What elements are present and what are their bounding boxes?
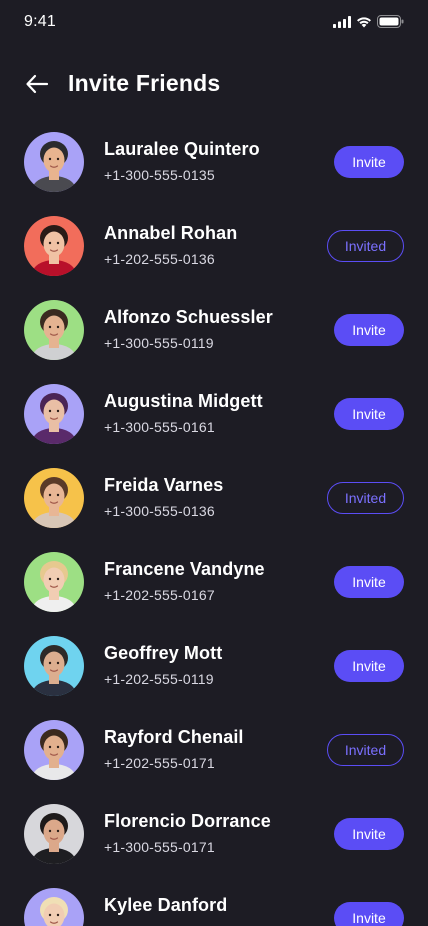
avatar [24, 804, 84, 864]
friend-list-item: Lauralee Quintero +1-300-555-0135 Invite [0, 130, 428, 214]
status-time: 9:41 [24, 13, 56, 30]
friend-list-item: Augustina Midgett +1-300-555-0161 Invite [0, 382, 428, 466]
friend-name: Augustina Midgett [104, 391, 263, 411]
invite-button[interactable]: Invite [334, 314, 404, 346]
friend-phone: +1-300-555-0119 [104, 335, 214, 351]
friend-name: Florencio Dorrance [104, 811, 271, 831]
avatar [24, 216, 84, 276]
avatar [24, 888, 84, 926]
friend-phone: +1-300-555-0136 [104, 503, 215, 519]
friend-name: Rayford Chenail [104, 727, 244, 747]
avatar [24, 384, 84, 444]
avatar [24, 468, 84, 528]
battery-icon [377, 15, 404, 33]
invited-button[interactable]: Invited [327, 482, 404, 514]
invited-button[interactable]: Invited [327, 230, 404, 262]
friends-list: Lauralee Quintero +1-300-555-0135 Invite An… [0, 130, 428, 926]
status-icons [333, 15, 404, 33]
back-button[interactable] [22, 72, 52, 100]
friend-name: Lauralee Quintero [104, 139, 260, 159]
friend-name: Annabel Rohan [104, 223, 238, 243]
friend-name: Geoffrey Mott [104, 643, 223, 663]
avatar [24, 132, 84, 192]
friend-phone: +1-202-555-0136 [104, 251, 215, 267]
avatar [24, 720, 84, 780]
avatar [24, 636, 84, 696]
friend-phone: +1-300-555-0171 [104, 839, 215, 855]
avatar [24, 300, 84, 360]
wifi-icon [356, 15, 372, 33]
status-bar: 9:41 [0, 0, 428, 44]
friend-list-item: Annabel Rohan +1-202-555-0136 Invited [0, 214, 428, 298]
friend-name: Francene Vandyne [104, 559, 265, 579]
friend-list-item: Francene Vandyne +1-202-555-0167 Invite [0, 550, 428, 634]
friend-phone: +1-300-555-0161 [104, 419, 215, 435]
invite-button[interactable]: Invite [334, 902, 404, 926]
friend-list-item: Alfonzo Schuessler +1-300-555-0119 Invite [0, 298, 428, 382]
invite-button[interactable]: Invite [334, 818, 404, 850]
friend-phone: +1-202-555-0171 [104, 755, 215, 771]
friend-name: Kylee Danford [104, 895, 228, 915]
friend-phone: +1-300-555-0135 [104, 167, 215, 183]
friend-phone: +1-202-555-0119 [104, 671, 214, 687]
invite-button[interactable]: Invite [334, 146, 404, 178]
friend-list-item: Freida Varnes +1-300-555-0136 Invited [0, 466, 428, 550]
friend-list-item: Florencio Dorrance +1-300-555-0171 Invite [0, 802, 428, 886]
avatar [24, 552, 84, 612]
friend-list-item: Geoffrey Mott +1-202-555-0119 Invite [0, 634, 428, 718]
friend-list-item: Rayford Chenail +1-202-555-0171 Invited [0, 718, 428, 802]
invite-button[interactable]: Invite [334, 650, 404, 682]
friend-phone: +1-202-555-0167 [104, 587, 215, 603]
header: Invite Friends [0, 64, 428, 108]
cellular-signal-icon [333, 15, 351, 33]
friend-list-item: Kylee Danford+1-300-555-0172Invite [0, 886, 428, 926]
friend-name: Freida Varnes [104, 475, 224, 495]
friend-name: Alfonzo Schuessler [104, 307, 273, 327]
invite-friends-screen: 9:41 Invite Friends Lauralee Quintero +1… [0, 0, 428, 926]
invite-button[interactable]: Invite [334, 566, 404, 598]
invite-button[interactable]: Invite [334, 398, 404, 430]
invited-button[interactable]: Invited [327, 734, 404, 766]
arrow-left-icon [25, 74, 49, 99]
page-title: Invite Friends [68, 70, 221, 96]
